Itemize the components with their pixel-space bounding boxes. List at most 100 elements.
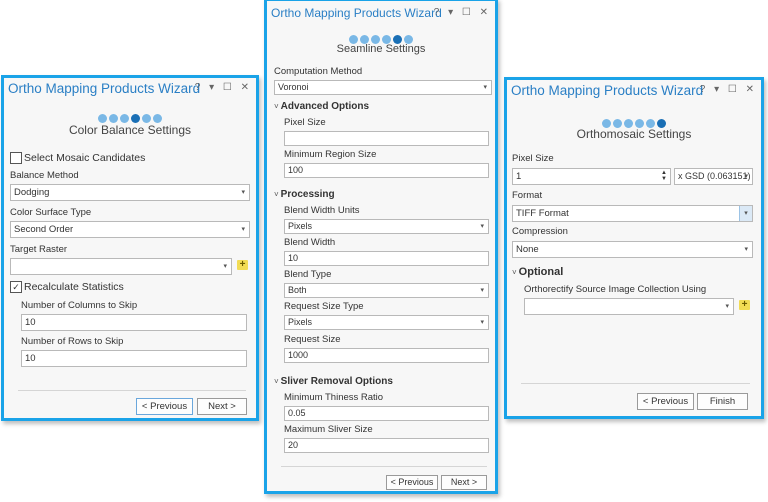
previous-button[interactable]: < Previous <box>386 475 438 490</box>
window-controls[interactable]: ? ▾ ☐ ✕ <box>434 7 491 18</box>
wizard-title: Ortho Mapping Products Wizard <box>271 6 442 20</box>
title-bar: Ortho Mapping Products Wizard ? ▾ ☐ ✕ <box>4 78 256 100</box>
balance-method-label: Balance Method <box>10 170 79 181</box>
title-bar: Ortho Mapping Products Wizard ? ▾ ☐ ✕ <box>507 80 761 102</box>
pixel-size-label: Pixel Size <box>284 117 326 128</box>
request-size-type-value: Pixels <box>288 317 313 327</box>
processing-section[interactable]: ˅ Processing <box>274 189 335 200</box>
window-controls[interactable]: ? ▾ ☐ ✕ <box>195 82 252 93</box>
request-size-label: Request Size <box>284 334 341 345</box>
color-surface-type-select[interactable]: Second Order ▾ <box>10 221 250 238</box>
format-value: TIFF Format <box>516 208 569 219</box>
target-raster-label: Target Raster <box>10 244 68 255</box>
orthorectify-label: Orthorectify Source Image Collection Usi… <box>524 284 707 295</box>
request-size-input[interactable]: 1000 <box>284 348 489 363</box>
min-region-size-label: Minimum Region Size <box>284 149 377 160</box>
section-label: Processing <box>280 189 335 200</box>
pixel-size-unit-value: x GSD (0.063151) <box>678 171 751 181</box>
footer-divider <box>18 390 246 391</box>
min-thiness-ratio-label: Minimum Thiness Ratio <box>284 392 384 403</box>
chevron-down-icon: ˅ <box>274 102 279 111</box>
compression-label: Compression <box>512 226 568 237</box>
pixel-size-unit-select[interactable]: x GSD (0.063151) ▾ <box>674 168 753 185</box>
dropdown-caret-icon: ▾ <box>725 303 729 310</box>
pixel-size-label: Pixel Size <box>512 153 554 164</box>
footer-divider <box>281 466 487 467</box>
chevron-down-icon: ˅ <box>512 268 517 277</box>
blend-width-units-label: Blend Width Units <box>284 205 360 216</box>
select-mosaic-candidates-checkbox[interactable] <box>10 152 22 164</box>
dropdown-caret-icon: ▾ <box>483 84 487 91</box>
step-title: Color Balance Settings <box>68 123 192 137</box>
max-sliver-size-input[interactable]: 20 <box>284 438 489 453</box>
blend-width-input[interactable]: 10 <box>284 251 489 266</box>
recalculate-statistics-label: Recalculate Statistics <box>24 281 124 293</box>
max-sliver-size-label: Maximum Sliver Size <box>284 424 373 435</box>
computation-method-select[interactable]: Voronoi ▾ <box>274 80 492 95</box>
pixel-size-input[interactable]: 1 ▲ ▼ <box>512 168 671 185</box>
advanced-options-section[interactable]: ˅ Advanced Options <box>274 101 369 112</box>
balance-method-select[interactable]: Dodging ▾ <box>10 184 250 201</box>
pixel-size-input[interactable] <box>284 131 489 146</box>
blend-width-label: Blend Width <box>284 237 336 248</box>
section-label: Advanced Options <box>280 101 370 112</box>
section-label: Sliver Removal Options <box>280 376 393 387</box>
step-dot <box>153 114 162 123</box>
dropdown-caret-icon: ▾ <box>223 263 227 270</box>
section-label: Optional <box>518 266 564 278</box>
wizard-title: Ortho Mapping Products Wizard <box>511 83 704 98</box>
previous-button[interactable]: < Previous <box>136 398 193 415</box>
computation-method-label: Computation Method <box>274 66 363 77</box>
balance-method-value: Dodging <box>14 187 50 198</box>
dropdown-caret-icon: ▾ <box>744 173 748 180</box>
pixel-size-value: 1 <box>516 171 522 182</box>
step-dot-active <box>131 114 140 123</box>
dropdown-caret-icon: ▾ <box>480 223 484 230</box>
blend-type-value: Both <box>288 285 307 295</box>
dropdown-caret-icon: ▾ <box>241 189 245 196</box>
step-dot <box>120 114 129 123</box>
recalculate-statistics-checkbox[interactable]: ✓ <box>10 281 22 293</box>
step-title: Orthomosaic Settings <box>576 127 692 141</box>
target-raster-select[interactable]: ▾ <box>10 258 232 275</box>
blend-width-units-select[interactable]: Pixels ▾ <box>284 219 489 234</box>
spinner-icon[interactable]: ▲ ▼ <box>661 170 667 182</box>
chevron-down-icon: ˅ <box>274 377 279 386</box>
columns-to-skip-label: Number of Columns to Skip <box>21 300 138 311</box>
dropdown-caret-icon: ▾ <box>739 206 752 221</box>
computation-method-value: Voronoi <box>278 82 309 92</box>
add-raster-icon[interactable]: + <box>237 260 248 270</box>
format-select[interactable]: TIFF Format ▾ <box>512 205 753 222</box>
step-dot <box>109 114 118 123</box>
compression-select[interactable]: None ▾ <box>512 241 753 258</box>
rows-to-skip-label: Number of Rows to Skip <box>21 336 124 347</box>
blend-width-units-value: Pixels <box>288 221 313 231</box>
min-thiness-ratio-input[interactable]: 0.05 <box>284 406 489 421</box>
min-region-size-input[interactable]: 100 <box>284 163 489 178</box>
add-collection-icon[interactable]: + <box>739 300 750 310</box>
wizard-title: Ortho Mapping Products Wizard <box>8 81 201 96</box>
columns-to-skip-input[interactable]: 10 <box>21 314 247 331</box>
color-balance-wizard-panel: Ortho Mapping Products Wizard ? ▾ ☐ ✕ Co… <box>1 75 259 421</box>
step-dot <box>98 114 107 123</box>
sliver-removal-section[interactable]: ˅ Sliver Removal Options <box>274 376 393 387</box>
select-mosaic-candidates-label: Select Mosaic Candidates <box>24 152 146 164</box>
seamline-wizard-panel: Ortho Mapping Products Wizard ? ▾ ☐ ✕ Se… <box>264 0 498 494</box>
request-size-type-select[interactable]: Pixels ▾ <box>284 315 489 330</box>
previous-button[interactable]: < Previous <box>637 393 694 410</box>
blend-type-label: Blend Type <box>284 269 332 280</box>
optional-section[interactable]: ˅ Optional <box>512 266 563 278</box>
next-button[interactable]: Next > <box>441 475 487 490</box>
next-button[interactable]: Next > <box>197 398 247 415</box>
title-bar: Ortho Mapping Products Wizard ? ▾ ☐ ✕ <box>267 1 495 23</box>
request-size-type-label: Request Size Type <box>284 301 364 312</box>
chevron-down-icon: ˅ <box>274 190 279 199</box>
orthomosaic-wizard-panel: Ortho Mapping Products Wizard ? ▾ ☐ ✕ Or… <box>504 77 764 419</box>
color-surface-type-label: Color Surface Type <box>10 207 92 218</box>
rows-to-skip-input[interactable]: 10 <box>21 350 247 367</box>
window-controls[interactable]: ? ▾ ☐ ✕ <box>700 84 757 95</box>
orthorectify-select[interactable]: ▾ <box>524 298 734 315</box>
blend-type-select[interactable]: Both ▾ <box>284 283 489 298</box>
finish-button[interactable]: Finish <box>697 393 748 410</box>
footer-divider <box>521 383 750 384</box>
